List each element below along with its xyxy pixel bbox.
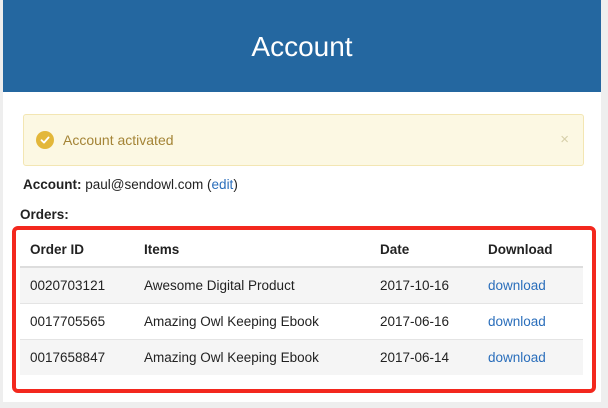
table-row: 0017705565 Amazing Owl Keeping Ebook 201… — [20, 303, 583, 340]
account-info: Account: paul@sendowl.com (edit) — [23, 177, 238, 192]
order-date-cell: 2017-06-14 — [370, 339, 478, 375]
column-header-order-id: Order ID — [20, 233, 134, 268]
success-alert: Account activated × — [23, 114, 584, 166]
download-link[interactable]: download — [488, 350, 546, 365]
alert-message: Account activated — [63, 132, 174, 148]
order-item-cell: Awesome Digital Product — [134, 266, 370, 304]
column-header-download: Download — [478, 233, 583, 268]
column-header-date: Date — [370, 233, 478, 268]
page-header: Account — [3, 0, 601, 92]
download-link[interactable]: download — [488, 278, 546, 293]
order-date-cell: 2017-06-16 — [370, 303, 478, 340]
edit-account-link[interactable]: edit — [212, 177, 234, 192]
check-circle-icon — [36, 131, 54, 149]
orders-label: Orders: — [20, 207, 69, 222]
order-item-cell: Amazing Owl Keeping Ebook — [134, 339, 370, 375]
download-cell: download — [478, 266, 583, 304]
order-id-cell: 0017658847 — [20, 339, 134, 375]
page-title: Account — [251, 31, 353, 62]
paren-close: ) — [233, 177, 238, 192]
table-row: 0020703121 Awesome Digital Product 2017-… — [20, 266, 583, 304]
account-email: paul@sendowl.com — [85, 177, 204, 192]
close-icon[interactable]: × — [560, 131, 569, 149]
account-label: Account: — [23, 177, 82, 192]
column-header-items: Items — [134, 233, 370, 268]
order-id-cell: 0020703121 — [20, 266, 134, 304]
table-row: 0017658847 Amazing Owl Keeping Ebook 201… — [20, 339, 583, 375]
download-link[interactable]: download — [488, 314, 546, 329]
download-cell: download — [478, 303, 583, 340]
orders-table-header: Order ID Items Date Download — [20, 233, 583, 268]
order-item-cell: Amazing Owl Keeping Ebook — [134, 303, 370, 340]
download-cell: download — [478, 339, 583, 375]
order-date-cell: 2017-10-16 — [370, 266, 478, 304]
orders-table: Order ID Items Date Download 0020703121 … — [20, 233, 583, 375]
order-id-cell: 0017705565 — [20, 303, 134, 340]
